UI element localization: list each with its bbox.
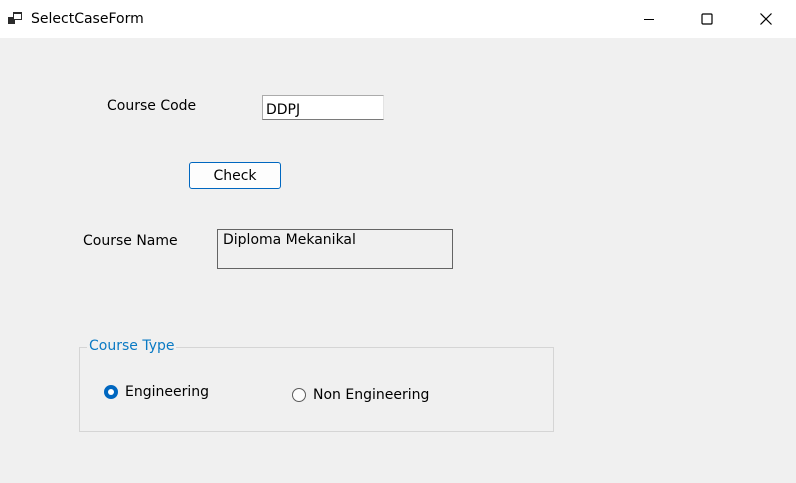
radio-engineering-label: Engineering bbox=[125, 384, 209, 400]
radio-engineering[interactable]: Engineering bbox=[104, 384, 209, 400]
app-window-icon bbox=[8, 12, 22, 24]
title-bar[interactable]: SelectCaseForm bbox=[0, 0, 796, 38]
course-code-label: Course Code bbox=[107, 98, 197, 114]
close-button[interactable] bbox=[737, 0, 795, 38]
radio-checked-icon bbox=[104, 385, 118, 399]
radio-non-engineering-label: Non Engineering bbox=[313, 387, 430, 403]
course-name-value: Diploma Mekanikal bbox=[223, 232, 356, 248]
course-name-output: Diploma Mekanikal bbox=[217, 229, 453, 269]
form-body: Course Code Check Course Name Diploma Me… bbox=[0, 38, 796, 483]
window-title: SelectCaseForm bbox=[31, 11, 144, 27]
minimize-button[interactable] bbox=[620, 0, 678, 38]
course-type-legend: Course Type bbox=[87, 338, 177, 354]
maximize-icon bbox=[701, 13, 713, 25]
course-code-input[interactable] bbox=[262, 95, 384, 120]
radio-unchecked-icon bbox=[292, 388, 306, 402]
minimize-icon bbox=[644, 19, 654, 20]
course-name-label: Course Name bbox=[83, 233, 178, 249]
check-button-label: Check bbox=[213, 167, 257, 184]
check-button[interactable]: Check bbox=[189, 162, 281, 189]
radio-non-engineering[interactable]: Non Engineering bbox=[292, 387, 429, 403]
maximize-button[interactable] bbox=[678, 0, 736, 38]
close-icon bbox=[760, 13, 772, 25]
